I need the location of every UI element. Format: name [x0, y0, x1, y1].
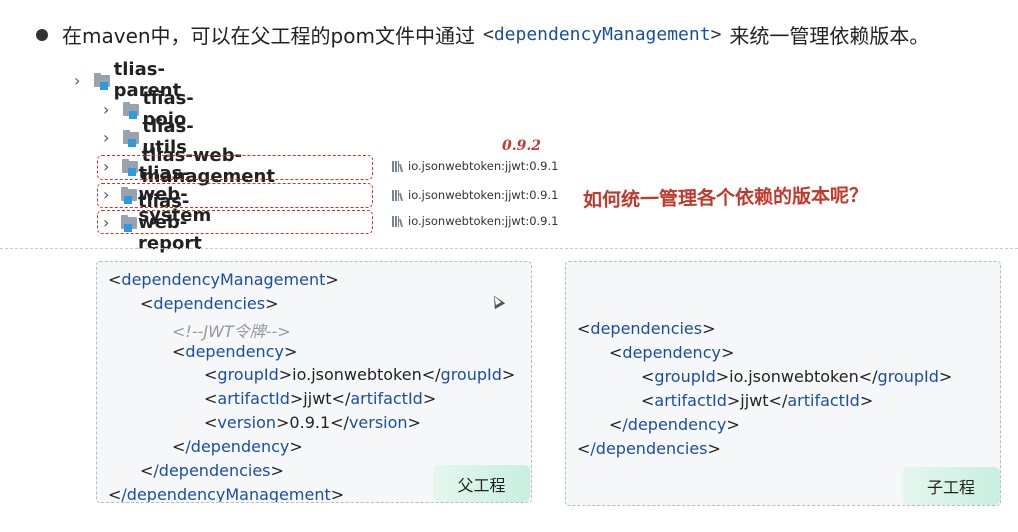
child-pom-panel: <dependencies> <dependency> <groupId>io.… — [565, 261, 1001, 506]
code-line: <dependency> — [609, 343, 735, 362]
code-comment: <!--JWT令牌--> — [172, 322, 291, 341]
highlight-box — [97, 183, 373, 208]
header-tag-open: < — [482, 24, 494, 45]
dependency-item: io.jsonwebtoken:jjwt:0.9.1 — [392, 188, 558, 202]
code-line: </dependencies> — [140, 461, 284, 480]
child-project-label: 子工程 — [902, 467, 1000, 505]
header-tag-name: dependencyManagement — [493, 24, 711, 45]
version-annotation: 0.9.2 — [502, 138, 541, 154]
section-divider — [0, 248, 1018, 249]
dependency-item: io.jsonwebtoken:jjwt:0.9.1 — [392, 159, 558, 173]
library-icon — [392, 160, 404, 172]
code-line: <version>0.9.1</version> — [204, 413, 421, 432]
question-annotation: 如何统一管理各个依赖的版本呢？ — [582, 184, 869, 212]
chevron-right-icon[interactable]: › — [74, 71, 82, 90]
highlight-box — [97, 155, 373, 180]
bullet-dot-icon — [36, 28, 48, 41]
code-line: <dependency> — [172, 342, 298, 361]
dependency-label: io.jsonwebtoken:jjwt:0.9.1 — [408, 188, 559, 202]
header-text-before: 在maven中，可以在父工程的pom文件中通过 — [62, 24, 475, 48]
code-line: <groupId>io.jsonwebtoken</groupId> — [204, 365, 516, 384]
code-line: </dependency> — [172, 437, 303, 456]
library-icon — [392, 215, 404, 227]
code-line: </dependencyManagement> — [108, 485, 345, 503]
header-text-after: 来统一管理依赖版本。 — [729, 24, 930, 48]
header-inline-tag: <dependencyManagement> — [483, 24, 721, 45]
header-tag-close: > — [710, 24, 722, 45]
code-line: <dependencyManagement> — [108, 270, 339, 289]
library-icon — [392, 189, 404, 201]
parent-project-label: 父工程 — [433, 465, 530, 502]
code-line: <dependencies> — [140, 294, 279, 313]
module-folder-icon — [122, 129, 139, 147]
code-line: <dependencies> — [577, 319, 716, 338]
module-folder-icon — [93, 72, 110, 90]
code-line: <artifactId>jjwt</artifactId> — [641, 391, 874, 410]
chevron-right-icon[interactable]: › — [103, 100, 111, 119]
dependency-label: io.jsonwebtoken:jjwt:0.9.1 — [408, 159, 559, 173]
dependency-label: io.jsonwebtoken:jjwt:0.9.1 — [408, 214, 559, 228]
chevron-right-icon[interactable]: › — [103, 128, 111, 147]
code-line: <artifactId>jjwt</artifactId> — [204, 389, 437, 408]
highlight-box — [97, 210, 373, 234]
module-folder-icon — [122, 101, 139, 119]
dependency-item: io.jsonwebtoken:jjwt:0.9.1 — [392, 214, 558, 228]
parent-pom-panel: <dependencyManagement> <dependencies> <!… — [96, 261, 532, 503]
code-line: <groupId>io.jsonwebtoken</groupId> — [641, 367, 953, 386]
header-bullet-line: 在maven中，可以在父工程的pom文件中通过 <dependencyManag… — [36, 20, 929, 49]
code-line: </dependencies> — [577, 439, 721, 458]
code-line: </dependency> — [609, 415, 740, 434]
